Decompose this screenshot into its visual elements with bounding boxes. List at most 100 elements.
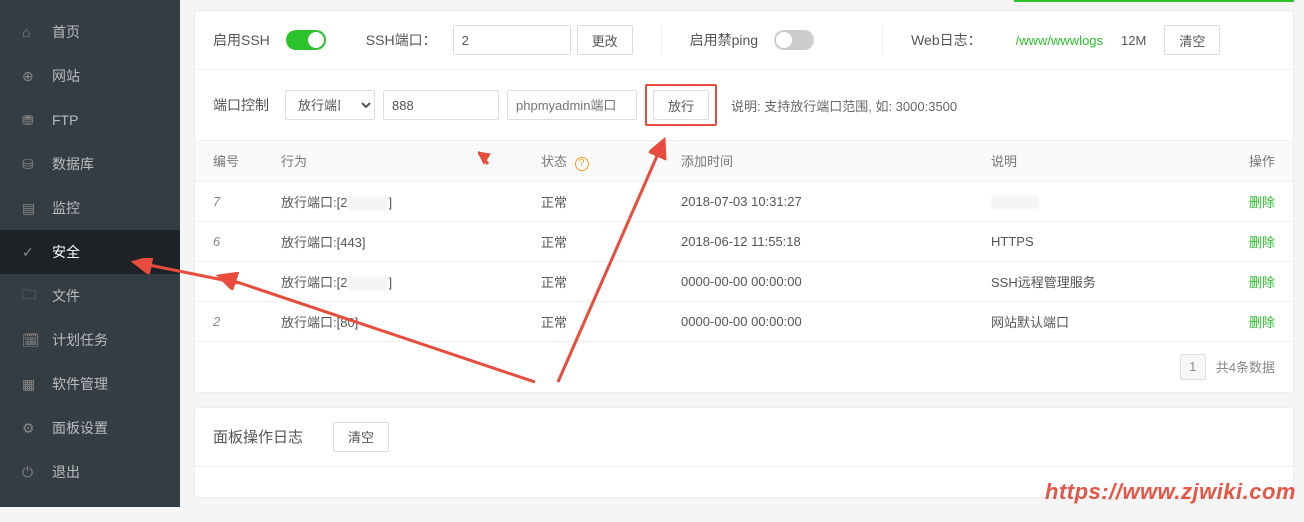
sidebar-item-label: FTP <box>52 112 78 128</box>
port-number-input[interactable] <box>383 90 499 120</box>
port-release-button[interactable]: 放行 <box>653 90 709 120</box>
sidebar-item-label: 数据库 <box>52 154 94 174</box>
power-icon: ⏻ <box>22 464 42 481</box>
sidebar-item-label: 退出 <box>52 462 80 482</box>
calendar-icon: 🗓 <box>22 332 42 349</box>
port-control-label: 端口控制 <box>213 95 269 115</box>
port-rules-table: 编号 行为 状态 ? 添加时间 说明 操作 7放行端口:[2xx]正常2018-… <box>195 141 1293 342</box>
cell-behavior: 放行端口:[2xx] <box>273 181 533 221</box>
cell-time: 0000-00-00 00:00:00 <box>673 261 983 301</box>
cell-status: 正常 <box>533 261 673 301</box>
cell-time: 2018-06-12 11:55:18 <box>673 221 983 261</box>
delete-link[interactable]: 删除 <box>1249 315 1275 330</box>
cell-ops: 删除 <box>1233 181 1293 221</box>
log-panel-title: 面板操作日志 <box>213 426 303 447</box>
col-ops: 操作 <box>1233 141 1293 181</box>
sidebar-item-cron[interactable]: 🗓 计划任务 <box>0 318 180 362</box>
cell-behavior: 放行端口:[80] <box>273 301 533 341</box>
cell-desc: SSH远程管理服务 <box>983 261 1233 301</box>
sidebar-item-label: 首页 <box>52 22 80 42</box>
sidebar-item-monitor[interactable]: ▤ 监控 <box>0 186 180 230</box>
cell-id: 7 <box>195 181 273 221</box>
log-clear-button[interactable]: 清空 <box>333 422 389 452</box>
weblog-size: 12M <box>1121 33 1146 48</box>
ssh-row: 启用SSH SSH端口： 更改 启用禁ping Web日志： /www/wwwl… <box>195 11 1293 70</box>
col-status: 状态 ? <box>533 141 673 181</box>
ssh-port-input[interactable] <box>453 25 571 55</box>
table-row: 6放行端口:[443]正常2018-06-12 11:55:18HTTPS 删除 <box>195 221 1293 261</box>
database-icon: ⛁ <box>22 156 42 173</box>
col-desc: 说明 <box>983 141 1233 181</box>
port-remark-input[interactable] <box>507 90 637 120</box>
table-row: 7放行端口:[2xx]正常2018-07-03 10:31:27xxx 删除 <box>195 181 1293 221</box>
cell-time: 0000-00-00 00:00:00 <box>673 301 983 341</box>
cell-status: 正常 <box>533 221 673 261</box>
delete-link[interactable]: 删除 <box>1249 275 1275 290</box>
ping-label: 启用禁ping <box>690 30 758 50</box>
delete-link[interactable]: 删除 <box>1249 235 1275 250</box>
ssh-toggle[interactable] <box>286 30 326 50</box>
home-icon: ⌂ <box>22 24 42 40</box>
top-progress-bar <box>1014 0 1294 2</box>
cell-desc: HTTPS <box>983 221 1233 261</box>
port-action-select[interactable]: 放行端口 <box>285 90 375 120</box>
sidebar-item-label: 安全 <box>52 242 80 262</box>
globe-icon: ⊕ <box>22 68 42 85</box>
sidebar-item-site[interactable]: ⊕ 网站 <box>0 54 180 98</box>
separator <box>882 25 883 55</box>
ssh-change-button[interactable]: 更改 <box>577 25 633 55</box>
sidebar-item-label: 软件管理 <box>52 374 108 394</box>
sidebar-item-db[interactable]: ⛁ 数据库 <box>0 142 180 186</box>
pagination: 1 共4条数据 <box>195 342 1293 392</box>
col-time: 添加时间 <box>673 141 983 181</box>
ssh-port-label: SSH端口： <box>366 30 437 50</box>
page-current[interactable]: 1 <box>1180 354 1206 380</box>
sidebar-item-logout[interactable]: ⏻ 退出 <box>0 450 180 494</box>
cell-desc: 网站默认端口 <box>983 301 1233 341</box>
weblog-clear-button[interactable]: 清空 <box>1164 25 1220 55</box>
port-control-row: 端口控制 放行端口 放行 说明: 支持放行端口范围, 如: 3000:3500 <box>195 70 1293 141</box>
help-icon[interactable]: ? <box>575 157 589 171</box>
chart-icon: ▤ <box>22 200 42 217</box>
separator <box>661 25 662 55</box>
weblog-label: Web日志： <box>911 30 982 50</box>
cell-id: 6 <box>195 221 273 261</box>
sidebar-item-label: 计划任务 <box>52 330 108 350</box>
sidebar-item-ftp[interactable]: ⛃ FTP <box>0 98 180 142</box>
sidebar-item-software[interactable]: ▦ 软件管理 <box>0 362 180 406</box>
cell-ops: 删除 <box>1233 301 1293 341</box>
delete-link[interactable]: 删除 <box>1249 195 1275 210</box>
cell-behavior: 放行端口:[2xx] <box>273 261 533 301</box>
cell-time: 2018-07-03 10:31:27 <box>673 181 983 221</box>
sidebar-item-label: 文件 <box>52 286 80 306</box>
weblog-path[interactable]: /www/wwwlogs <box>1016 33 1103 48</box>
folder-icon: 🗀 <box>22 284 42 308</box>
main: 启用SSH SSH端口： 更改 启用禁ping Web日志： /www/wwwl… <box>180 0 1304 522</box>
sidebar-item-settings[interactable]: ⚙ 面板设置 <box>0 406 180 450</box>
sidebar-item-security[interactable]: ✓ 安全 <box>0 230 180 274</box>
sidebar-item-home[interactable]: ⌂ 首页 <box>0 10 180 54</box>
sidebar-item-label: 面板设置 <box>52 418 108 438</box>
sidebar: ⌂ 首页 ⊕ 网站 ⛃ FTP ⛁ 数据库 ▤ 监控 ✓ 安全 🗀 文件 🗓 计… <box>0 0 180 507</box>
watermark: https://www.zjwiki.com <box>1045 479 1296 505</box>
ping-toggle[interactable] <box>774 30 814 50</box>
sidebar-item-label: 监控 <box>52 198 80 218</box>
security-panel: 启用SSH SSH端口： 更改 启用禁ping Web日志： /www/wwwl… <box>194 10 1294 393</box>
ssh-enable-label: 启用SSH <box>213 30 270 50</box>
table-row: 放行端口:[2xx]正常0000-00-00 00:00:00SSH远程管理服务… <box>195 261 1293 301</box>
ftp-icon: ⛃ <box>22 112 42 129</box>
sidebar-item-files[interactable]: 🗀 文件 <box>0 274 180 318</box>
release-highlight: 放行 <box>645 84 717 126</box>
cell-status: 正常 <box>533 181 673 221</box>
cell-behavior: 放行端口:[443] <box>273 221 533 261</box>
port-help-text: 说明: 支持放行端口范围, 如: 3000:3500 <box>731 96 957 115</box>
cell-ops: 删除 <box>1233 221 1293 261</box>
col-id: 编号 <box>195 141 273 181</box>
col-behavior: 行为 <box>273 141 533 181</box>
cell-ops: 删除 <box>1233 261 1293 301</box>
gear-icon: ⚙ <box>22 420 42 437</box>
grid-icon: ▦ <box>22 376 42 393</box>
shield-icon: ✓ <box>22 244 42 261</box>
cell-desc: xxx <box>983 181 1233 221</box>
cell-id: 2 <box>195 301 273 341</box>
